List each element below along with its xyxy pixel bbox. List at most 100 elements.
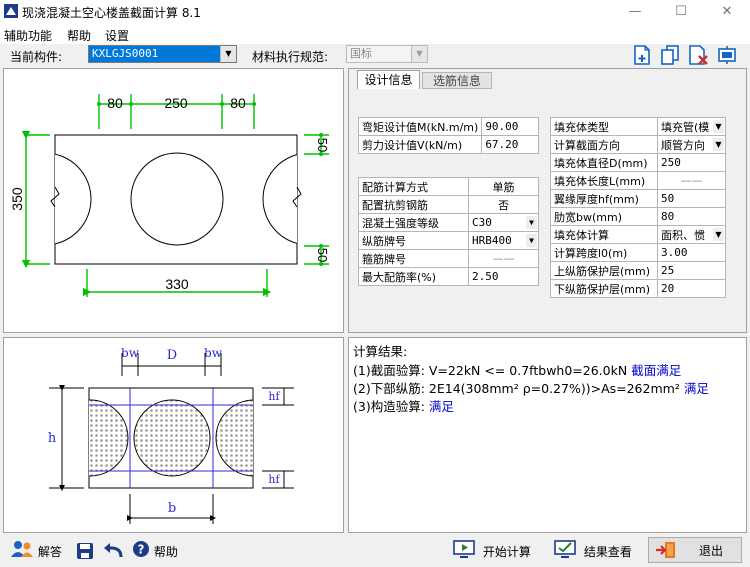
table-row: 计算跨度l0(m) 3.00 — [550, 243, 726, 262]
label-hf-bottom: hf — [268, 473, 280, 486]
chevron-down-icon[interactable]: ▼ — [713, 228, 724, 241]
rib-width-input[interactable]: 80 — [657, 207, 726, 226]
chart-check-icon — [554, 540, 576, 565]
component-select[interactable]: KXLGJS0001 ▼ — [88, 45, 237, 63]
material-table: 配筋计算方式 单筋 配置抗剪钢筋 否 混凝土强度等级 C30 ▼ 纵筋牌号 HRB… — [358, 177, 539, 286]
concrete-grade-label: 混凝土强度等级 — [358, 213, 469, 232]
save-icon[interactable] — [76, 542, 94, 560]
table-row: 填充体直径D(mm) 250 — [550, 153, 726, 172]
table-row: 上纵筋保护层(mm) 25 — [550, 261, 726, 280]
maximize-button[interactable]: ☐ — [658, 0, 704, 24]
close-button[interactable]: ✕ — [704, 0, 750, 24]
chevron-down-icon[interactable]: ▼ — [411, 46, 427, 62]
flange-thickness-label: 翼缘厚度hf(mm) — [550, 189, 658, 208]
tab-rebar-info[interactable]: 选筋信息 — [422, 72, 492, 89]
stirrup-value: —— — [468, 249, 539, 268]
table-row: 填充体类型 填充管(模 ▼ — [550, 117, 726, 136]
filler-length-label: 填充体长度L(mm) — [550, 171, 658, 190]
exit-door-icon — [655, 541, 677, 562]
label-bw-left: bw — [121, 346, 140, 360]
long-rebar-value: HRB400 — [472, 234, 512, 247]
concrete-grade-select[interactable]: C30 ▼ — [468, 213, 539, 232]
label-height: h — [48, 431, 57, 446]
minimize-button[interactable]: — — [612, 0, 658, 24]
result-detail-check: (3)构造验算: 满足 — [353, 396, 454, 415]
filler-length-value: —— — [657, 171, 726, 190]
answer-button[interactable]: 解答 — [10, 540, 62, 562]
flange-thickness-input[interactable]: 50 — [657, 189, 726, 208]
spec-select[interactable]: 国标 ▼ — [346, 45, 428, 63]
table-row: 肋宽bw(mm) 80 — [550, 207, 726, 226]
title-bar: 现浇混凝土空心楼盖截面计算 8.1 — ☐ ✕ — [0, 0, 750, 24]
help-button[interactable]: ? 帮助 — [132, 540, 178, 562]
export-icon[interactable] — [716, 45, 738, 65]
result-rebar-status: 满足 — [683, 381, 709, 396]
long-rebar-select[interactable]: HRB400 ▼ — [468, 231, 539, 250]
view-results-button[interactable]: 结果查看 — [554, 540, 632, 562]
results-panel: 计算结果: (1)截面验算: V=22kN <= 0.7ftbwh0=26.0k… — [348, 337, 747, 533]
input-panel: 设计信息 选筋信息 弯矩设计值M(kN.m/m) 90.00 剪力设计值V(kN… — [348, 68, 747, 333]
result-rebar-check: (2)下部纵筋: 2E14(308mm² ρ=0.27%))>As=262mm²… — [353, 378, 709, 397]
chevron-down-icon[interactable]: ▼ — [526, 234, 537, 247]
result-shear-text: (1)截面验算: V=22kN <= 0.7ftbwh0=26.0kN — [353, 363, 628, 378]
filler-calc-select[interactable]: 面积、惯 ▼ — [657, 225, 726, 244]
start-calc-label: 开始计算 — [482, 545, 531, 559]
table-row: 计算截面方向 顺管方向 ▼ — [550, 135, 726, 154]
label-hf-top: hf — [268, 390, 280, 403]
chevron-down-icon[interactable]: ▼ — [220, 46, 236, 62]
start-calc-button[interactable]: 开始计算 — [453, 540, 531, 562]
label-diameter: D — [167, 348, 177, 363]
span-label: 计算跨度l0(m) — [550, 243, 658, 262]
top-cover-input[interactable]: 25 — [657, 261, 726, 280]
spec-label: 材料执行规范: — [252, 50, 329, 64]
concrete-grade-value: C30 — [472, 216, 492, 229]
bottom-cover-input[interactable]: 20 — [657, 279, 726, 298]
shear-rebar-input[interactable]: 否 — [468, 195, 539, 214]
filler-type-value: 填充管(模 — [661, 120, 710, 134]
svg-text:?: ? — [138, 543, 145, 557]
new-file-icon[interactable] — [632, 45, 654, 65]
menu-help[interactable]: 帮助 — [67, 27, 91, 44]
section-direction-select[interactable]: 顺管方向 ▼ — [657, 135, 726, 154]
dim-span: 330 — [165, 276, 189, 292]
chevron-down-icon[interactable]: ▼ — [713, 138, 724, 151]
calc-method-input[interactable]: 单筋 — [468, 177, 539, 196]
undo-icon[interactable] — [103, 542, 123, 560]
moment-input[interactable]: 90.00 — [481, 117, 539, 136]
exit-label: 退出 — [699, 544, 724, 558]
table-row: 剪力设计值V(kN/m) 67.20 — [357, 135, 539, 154]
menu-settings[interactable]: 设置 — [105, 27, 129, 44]
component-label: 当前构件: — [10, 50, 63, 64]
shear-rebar-label: 配置抗剪钢筋 — [358, 195, 469, 214]
copy-icon[interactable] — [660, 45, 682, 65]
menu-tools[interactable]: 辅助功能 — [4, 27, 52, 44]
table-row: 最大配筋率(%) 2.50 — [358, 267, 539, 286]
section-diagram-panel: 80 250 80 350 50 50 330 — [3, 68, 344, 333]
result-shear-check: (1)截面验算: V=22kN <= 0.7ftbwh0=26.0kN 截面满足 — [353, 360, 681, 379]
ibeam-diagram-panel: bw D bw h hf hf b — [3, 337, 344, 533]
span-input[interactable]: 3.00 — [657, 243, 726, 262]
table-row: 纵筋牌号 HRB400 ▼ — [358, 231, 539, 250]
load-table: 弯矩设计值M(kN.m/m) 90.00 剪力设计值V(kN/m) 67.20 — [357, 117, 539, 154]
spec-value: 国标 — [350, 47, 372, 60]
filler-calc-value: 面积、惯 — [661, 228, 705, 242]
shear-input[interactable]: 67.20 — [481, 135, 539, 154]
max-ratio-input[interactable]: 2.50 — [468, 267, 539, 286]
geometry-table: 填充体类型 填充管(模 ▼ 计算截面方向 顺管方向 ▼ 填充体直径D(mm) 250… — [550, 117, 726, 298]
tab-design-info[interactable]: 设计信息 — [357, 70, 420, 89]
filler-diameter-input[interactable]: 250 — [657, 153, 726, 172]
chevron-down-icon[interactable]: ▼ — [713, 120, 724, 133]
exit-button[interactable]: 退出 — [648, 537, 742, 563]
delete-file-icon[interactable] — [688, 45, 710, 65]
filler-calc-label: 填充体计算 — [550, 225, 658, 244]
result-rebar-text: (2)下部纵筋: 2E14(308mm² ρ=0.27%))>As=262mm² — [353, 381, 680, 396]
rib-width-label: 肋宽bw(mm) — [550, 207, 658, 226]
help-icon: ? — [132, 540, 150, 565]
top-cover-label: 上纵筋保护层(mm) — [550, 261, 658, 280]
filler-type-select[interactable]: 填充管(模 ▼ — [657, 117, 726, 136]
people-icon — [10, 540, 34, 565]
table-row: 下纵筋保护层(mm) 20 — [550, 279, 726, 298]
chevron-down-icon[interactable]: ▼ — [526, 216, 537, 229]
label-width: b — [168, 501, 176, 516]
answer-label: 解答 — [37, 545, 62, 559]
